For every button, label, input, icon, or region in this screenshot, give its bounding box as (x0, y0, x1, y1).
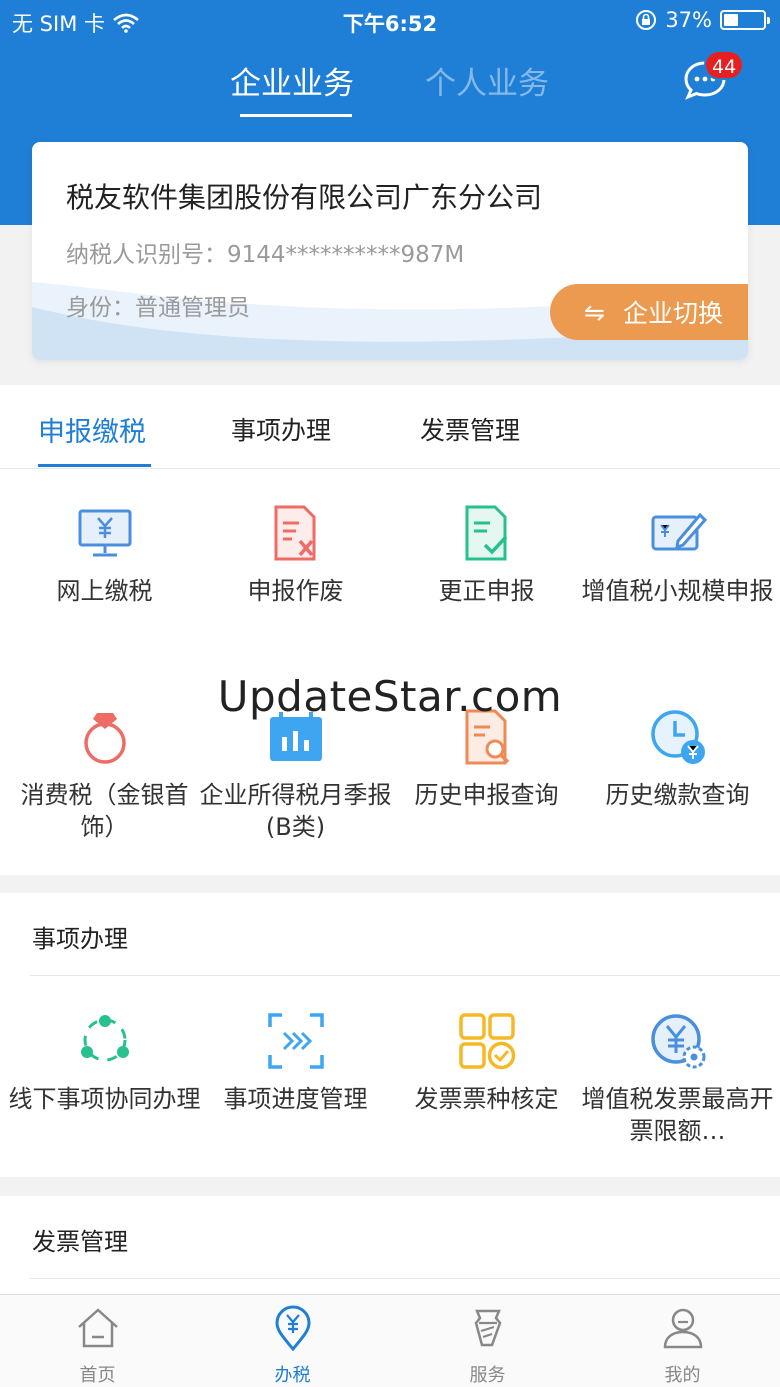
user-icon (663, 1308, 702, 1349)
monitor-yuan-icon (78, 509, 131, 557)
grid-item-history-declare[interactable]: 历史申报查询 (389, 707, 584, 811)
section-divider (30, 975, 780, 976)
section-divider (30, 1278, 780, 1279)
nav-label: 办税 (274, 1365, 311, 1386)
grid-item-offline-collab[interactable]: 线下事项协同办理 (7, 1011, 202, 1115)
tab-enterprise-business[interactable]: 企业业务 (230, 58, 354, 103)
home-icon (77, 1308, 118, 1348)
switch-company-label: 企业切换 (622, 299, 723, 328)
grid-item-label: 企业所得税月季报(B类) (199, 781, 392, 841)
rotation-lock-icon (636, 10, 657, 30)
switch-icon: ⇋ (584, 297, 605, 327)
header-tab-indicator (240, 114, 352, 117)
company-card: 税友软件集团股份有限公司广东分公司 纳税人识别号：9144**********9… (32, 142, 748, 360)
tab-indicator (38, 464, 151, 467)
grid-item-label: 消费税（金银首饰） (20, 781, 189, 841)
progress-scan-icon (267, 1013, 324, 1069)
function-tabs: 申报缴税 事项办理 发票管理 (0, 385, 780, 469)
tab-matters[interactable]: 事项办理 (231, 411, 331, 447)
nav-service[interactable]: 服务 (390, 1305, 585, 1387)
grid-item-label: 申报作废 (247, 577, 344, 605)
yuan-gear-icon (650, 1014, 705, 1069)
tab-invoices[interactable]: 发票管理 (420, 411, 520, 447)
grid-item-declare-cancel[interactable]: 申报作废 (198, 503, 393, 607)
grid-item-label: 线下事项协同办理 (8, 1085, 201, 1113)
grid-item-history-payment[interactable]: 历史缴款查询 (580, 707, 775, 811)
grid-item-vat-invoice-limit[interactable]: 增值税发票最高开票限额… (580, 1011, 775, 1147)
battery-percent: 37% (665, 8, 712, 32)
grid-item-progress-manage[interactable]: 事项进度管理 (198, 1011, 393, 1115)
tab-declare-pay[interactable]: 申报缴税 (38, 410, 146, 449)
section-title: 发票管理 (32, 1228, 128, 1256)
switch-company-button[interactable]: ⇋ 企业切换 (550, 284, 748, 340)
grid-item-label: 增值税发票最高开票限额… (581, 1085, 774, 1145)
grid-item-label: 增值税小规模申报 (581, 577, 774, 605)
grid-item-label: 更正申报 (438, 577, 535, 605)
card-edit-icon (651, 512, 707, 551)
section-title: 事项办理 (32, 925, 128, 953)
nav-home[interactable]: 首页 (0, 1305, 195, 1387)
document-cancel-icon (274, 505, 315, 561)
grid-item-enterprise-income-tax[interactable]: 企业所得税月季报(B类) (198, 707, 393, 843)
nodes-icon (80, 1015, 129, 1062)
document-check-icon (465, 505, 507, 561)
grid-item-consumption-tax[interactable]: 消费税（金银首饰） (7, 707, 202, 843)
grid-item-online-pay[interactable]: 网上缴税 (7, 503, 202, 607)
grid-item-label: 发票票种核定 (414, 1085, 559, 1113)
tab-personal-business[interactable]: 个人业务 (425, 58, 549, 103)
nav-label: 我的 (664, 1365, 701, 1386)
nav-tax[interactable]: 办税 (195, 1305, 390, 1387)
taxpayer-id: 纳税人识别号：9144**********987M (66, 242, 465, 268)
grid-check-icon (458, 1013, 515, 1070)
grid-item-label: 事项进度管理 (223, 1085, 368, 1113)
grid-item-vat-small-scale[interactable]: 增值税小规模申报 (580, 503, 775, 607)
bottom-nav: 首页 办税 服务 我的 (0, 1294, 780, 1387)
tax-pin-icon (274, 1305, 311, 1351)
message-badge: 44 (704, 50, 745, 80)
nav-mine[interactable]: 我的 (585, 1305, 780, 1387)
service-icon (474, 1309, 501, 1347)
user-role: 身份：普通管理员 (66, 295, 250, 321)
declare-section: 申报缴税 事项办理 发票管理 网上缴税 申报作废 更正申报 增值税小规模申报 消… (0, 385, 780, 875)
battery-icon (720, 10, 770, 30)
matters-section: 事项办理 线下事项协同办理 事项进度管理 发票票种核定 增值税发票最高开票限额… (0, 893, 780, 1177)
invoice-section: 发票管理 (0, 1196, 780, 1296)
grid-item-correct-declare[interactable]: 更正申报 (389, 503, 584, 607)
grid-item-label: 网上缴税 (56, 577, 153, 605)
status-bar: 无 SIM 卡 下午6:52 37% (0, 0, 780, 40)
nav-label: 首页 (79, 1365, 116, 1386)
nav-label: 服务 (469, 1365, 506, 1386)
grid-item-invoice-type[interactable]: 发票票种核定 (389, 1011, 584, 1115)
grid-item-label: 历史申报查询 (414, 781, 559, 809)
watermark: UpdateStar.com (217, 672, 563, 721)
grid-item-label: 历史缴款查询 (605, 781, 750, 809)
company-name: 税友软件集团股份有限公司广东分公司 (66, 181, 543, 214)
